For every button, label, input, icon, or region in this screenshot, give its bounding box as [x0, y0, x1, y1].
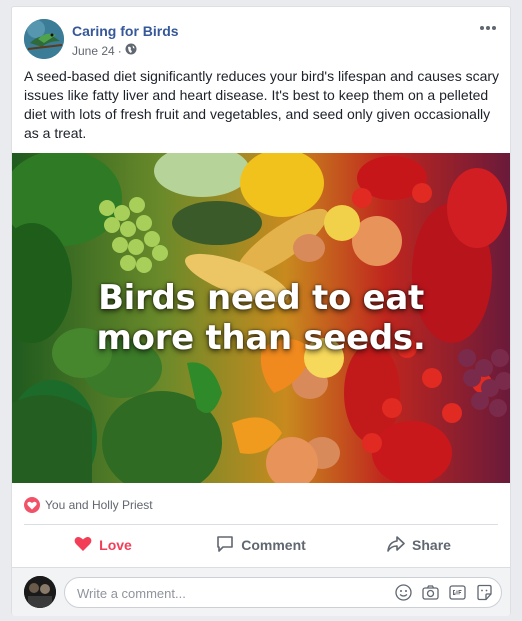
sticker-icon[interactable] — [476, 584, 493, 601]
camera-icon[interactable] — [422, 584, 439, 601]
reactions-text[interactable]: You and Holly Priest — [45, 498, 153, 512]
more-options-icon[interactable] — [478, 21, 498, 33]
share-icon — [387, 535, 405, 555]
post-header: Caring for Birds June 24 · — [24, 19, 498, 59]
page-name-link[interactable]: Caring for Birds — [72, 23, 179, 39]
share-button[interactable]: Share — [340, 527, 498, 563]
page-avatar[interactable] — [24, 19, 64, 59]
comment-button[interactable]: Comment — [182, 527, 340, 563]
comment-area: Write a comment... — [12, 567, 510, 616]
post-text: A seed-based diet significantly reduces … — [24, 68, 500, 141]
emoji-icon[interactable] — [395, 584, 412, 601]
heart-icon — [24, 497, 40, 513]
divider — [24, 524, 498, 525]
comment-placeholder: Write a comment... — [77, 586, 186, 601]
comment-input[interactable]: Write a comment... — [64, 577, 502, 608]
post-date[interactable]: June 24 — [72, 44, 115, 58]
user-avatar[interactable] — [24, 576, 56, 608]
reactions-summary[interactable]: You and Holly Priest — [24, 496, 153, 514]
love-button[interactable]: Love — [24, 527, 182, 563]
globe-icon[interactable] — [125, 43, 137, 58]
heart-icon — [74, 536, 92, 555]
meta-separator: · — [117, 43, 122, 58]
post-card: Caring for Birds June 24 · A seed-based … — [11, 6, 511, 616]
action-bar: Love Comment Share — [24, 527, 498, 563]
photo-caption: Birds need to eat more than seeds. — [12, 278, 510, 358]
comment-label: Comment — [241, 537, 306, 553]
love-label: Love — [99, 537, 132, 553]
gif-icon[interactable] — [449, 584, 466, 601]
caption-line-2: more than seeds. — [96, 318, 426, 358]
post-photo[interactable]: Birds need to eat more than seeds. — [12, 153, 510, 483]
caption-line-1: Birds need to eat — [98, 278, 424, 318]
comment-tools — [395, 584, 493, 601]
share-label: Share — [412, 537, 451, 553]
comment-icon — [216, 535, 234, 556]
post-meta: June 24 · — [72, 43, 137, 58]
